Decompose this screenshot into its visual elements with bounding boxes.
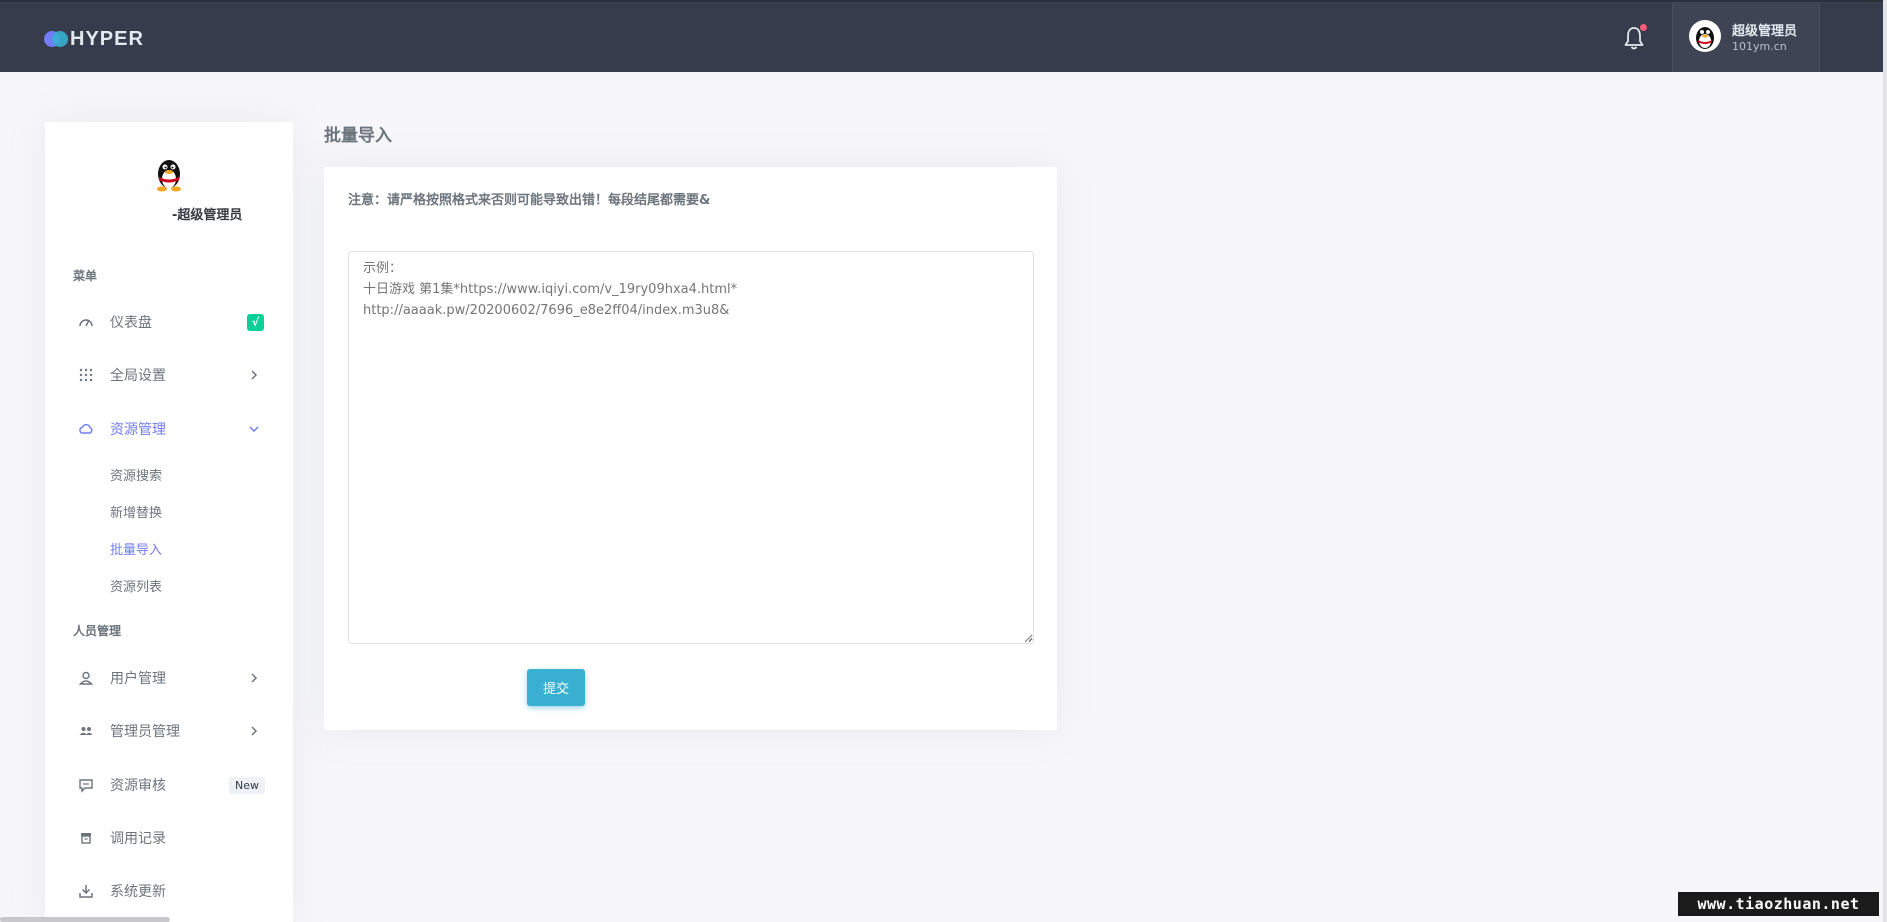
horizontal-scrollbar[interactable] — [0, 917, 170, 922]
chevron-right-icon — [251, 673, 258, 683]
chevron-right-icon — [251, 726, 258, 736]
sidebar-subitem-resource-list[interactable]: 资源列表 — [110, 576, 162, 595]
sidebar-item-label: 资源管理 — [110, 422, 166, 438]
brand-name: HYPER — [70, 27, 144, 50]
sidebar-item-dashboard[interactable]: 仪表盘 √ — [45, 302, 293, 342]
sidebar-subitem-add-replace[interactable]: 新增替换 — [110, 502, 162, 521]
sidebar-item-label: 系统更新 — [110, 884, 166, 900]
avatar — [1689, 20, 1721, 52]
menu-section-title: 菜单 — [73, 269, 98, 283]
vertical-scrollbar[interactable] — [1883, 0, 1887, 922]
sidebar-item-label: 资源审核 — [110, 778, 166, 794]
resize-grip-icon[interactable] — [1024, 633, 1033, 642]
watermark: www.tiaozhuan.net — [1678, 892, 1879, 916]
sidebar-item-label: 用户管理 — [110, 671, 166, 687]
sidebar-item-call-log[interactable]: 调用记录 — [45, 818, 293, 858]
page-title: 批量导入 — [324, 126, 392, 146]
sidebar-subitem-batch-import[interactable]: 批量导入 — [110, 539, 162, 558]
brand-logo[interactable]: HYPER — [44, 28, 144, 50]
sidebar-item-label: 仪表盘 — [110, 315, 152, 331]
sidebar-item-resource-management[interactable]: 资源管理 — [45, 409, 293, 449]
logo-mark-icon — [44, 31, 68, 47]
sidebar-item-admin-management[interactable]: 管理员管理 — [45, 711, 293, 751]
users-icon — [79, 727, 93, 735]
new-badge: New — [229, 776, 265, 794]
sidebar-item-label: 调用记录 — [110, 831, 166, 847]
archive-icon — [81, 833, 91, 844]
sidebar-item-global-settings[interactable]: 全局设置 — [45, 355, 293, 395]
sidebar-item-label: 管理员管理 — [110, 724, 180, 740]
sidebar-user-name: -超级管理员 — [172, 208, 243, 223]
import-card: 注意：请严格按照格式来否则可能导致出错！每段结尾都需要& 提交 — [324, 167, 1057, 730]
chevron-right-icon — [251, 370, 258, 380]
user-menu[interactable]: 超级管理员 101ym.cn — [1672, 2, 1820, 72]
avatar — [157, 160, 181, 192]
status-badge: √ — [247, 313, 264, 331]
user-domain: 101ym.cn — [1732, 40, 1787, 53]
user-name: 超级管理员 — [1732, 24, 1798, 39]
sidebar: -超级管理员 菜单 仪表盘 √ 全局设置 资源管理 资源搜索 新增替换 批量导入… — [45, 122, 293, 922]
submit-button[interactable]: 提交 — [527, 669, 585, 706]
grid-icon — [79, 368, 93, 382]
sidebar-item-user-management[interactable]: 用户管理 — [45, 658, 293, 698]
topbar: HYPER — [0, 0, 1883, 72]
sidebar-item-label: 全局设置 — [110, 368, 166, 384]
cloud-icon — [79, 424, 93, 434]
notification-dot — [1640, 24, 1647, 31]
chevron-down-icon — [249, 426, 259, 433]
sidebar-item-resource-review[interactable]: 资源审核 New — [45, 765, 293, 805]
sidebar-subitem-resource-search[interactable]: 资源搜索 — [110, 465, 162, 484]
format-notice: 注意：请严格按照格式来否则可能导致出错！每段结尾都需要& — [348, 193, 711, 208]
download-icon — [79, 885, 93, 898]
people-section-title: 人员管理 — [73, 624, 122, 638]
user-icon — [78, 671, 94, 685]
speedometer-icon — [79, 319, 93, 327]
batch-import-textarea[interactable] — [348, 251, 1034, 644]
sidebar-item-system-update[interactable]: 系统更新 — [45, 871, 293, 911]
message-icon — [79, 779, 93, 793]
